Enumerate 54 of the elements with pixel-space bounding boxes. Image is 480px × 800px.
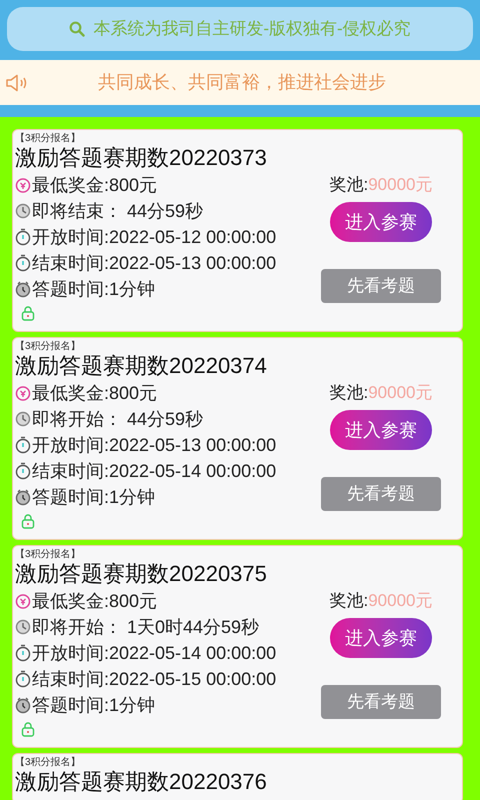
join-button[interactable]: 进入参赛 — [330, 202, 432, 242]
close-time-text: 结束时间:2022-05-14 00:00:00 — [32, 462, 276, 480]
stopwatch-icon — [15, 254, 31, 272]
open-time-text: 开放时间:2022-05-14 00:00:00 — [32, 644, 276, 662]
notice-text: 共同成长、共同富裕，推进社会进步 — [97, 71, 387, 94]
clock-icon — [15, 619, 31, 635]
stopwatch-icon — [15, 462, 31, 480]
open-time-text: 开放时间:2022-05-13 00:00:00 — [32, 436, 276, 454]
join-button[interactable]: 进入参赛 — [330, 618, 432, 658]
stopwatch-icon — [15, 228, 31, 246]
answer-time-text: 答题时间:1分钟 — [32, 696, 156, 714]
preview-questions-button[interactable]: 先看考题 — [321, 685, 441, 719]
min-prize-text: 最低奖金:800元 — [32, 592, 158, 610]
countdown-text: 即将开始： 1天0时44分59秒 — [32, 618, 260, 636]
contest-title: 激励答题赛期数20220375 — [15, 562, 268, 586]
close-time-text: 结束时间:2022-05-15 00:00:00 — [32, 670, 276, 688]
countdown-text: 即将开始： 44分59秒 — [32, 410, 204, 428]
tag-label: 【3积分报名】 — [15, 132, 82, 146]
lock-icon — [21, 306, 35, 320]
coin-icon — [15, 177, 31, 193]
join-button[interactable]: 进入参赛 — [330, 410, 432, 450]
coin-icon — [15, 385, 31, 401]
search-icon — [69, 21, 86, 37]
countdown-text: 即将结束： 44分59秒 — [32, 202, 204, 220]
preview-questions-button[interactable]: 先看考题 — [321, 477, 441, 511]
stopwatch-icon — [15, 280, 31, 298]
stopwatch-icon — [15, 696, 31, 714]
lock-icon — [21, 514, 35, 528]
contest-title: 激励答题赛期数20220373 — [15, 146, 268, 170]
answer-time-text: 答题时间:1分钟 — [32, 488, 156, 506]
min-prize-text: 最低奖金:800元 — [32, 176, 158, 194]
search-bar-text: 本系统为我司自主研发-版权独有-侵权必究 — [93, 18, 411, 40]
tag-label: 【3积分报名】 — [15, 340, 82, 354]
stopwatch-icon — [15, 436, 31, 454]
preview-questions-button[interactable]: 先看考题 — [321, 269, 441, 303]
min-prize-text: 最低奖金:800元 — [32, 384, 158, 402]
tag-label: 【3积分报名】 — [15, 756, 82, 770]
prize-pool-text: 奖池:90000元 — [329, 590, 432, 612]
prize-pool-text: 奖池:90000元 — [329, 382, 432, 404]
prize-pool-text: 奖池:90000元 — [329, 174, 432, 196]
open-time-text: 开放时间:2022-05-12 00:00:00 — [32, 228, 276, 246]
close-time-text: 结束时间:2022-05-13 00:00:00 — [32, 254, 276, 272]
answer-time-text: 答题时间:1分钟 — [32, 280, 156, 298]
clock-icon — [15, 203, 31, 219]
search-bar[interactable]: 本系统为我司自主研发-版权独有-侵权必究 — [7, 7, 473, 51]
contest-title: 激励答题赛期数20220374 — [15, 354, 268, 378]
contest-title: 激励答题赛期数20220376 — [15, 770, 268, 794]
stopwatch-icon — [15, 644, 31, 662]
stopwatch-icon — [15, 670, 31, 688]
coin-icon — [15, 593, 31, 609]
tag-label: 【3积分报名】 — [15, 548, 82, 562]
stopwatch-icon — [15, 488, 31, 506]
clock-icon — [15, 411, 31, 427]
lock-icon — [21, 722, 35, 736]
